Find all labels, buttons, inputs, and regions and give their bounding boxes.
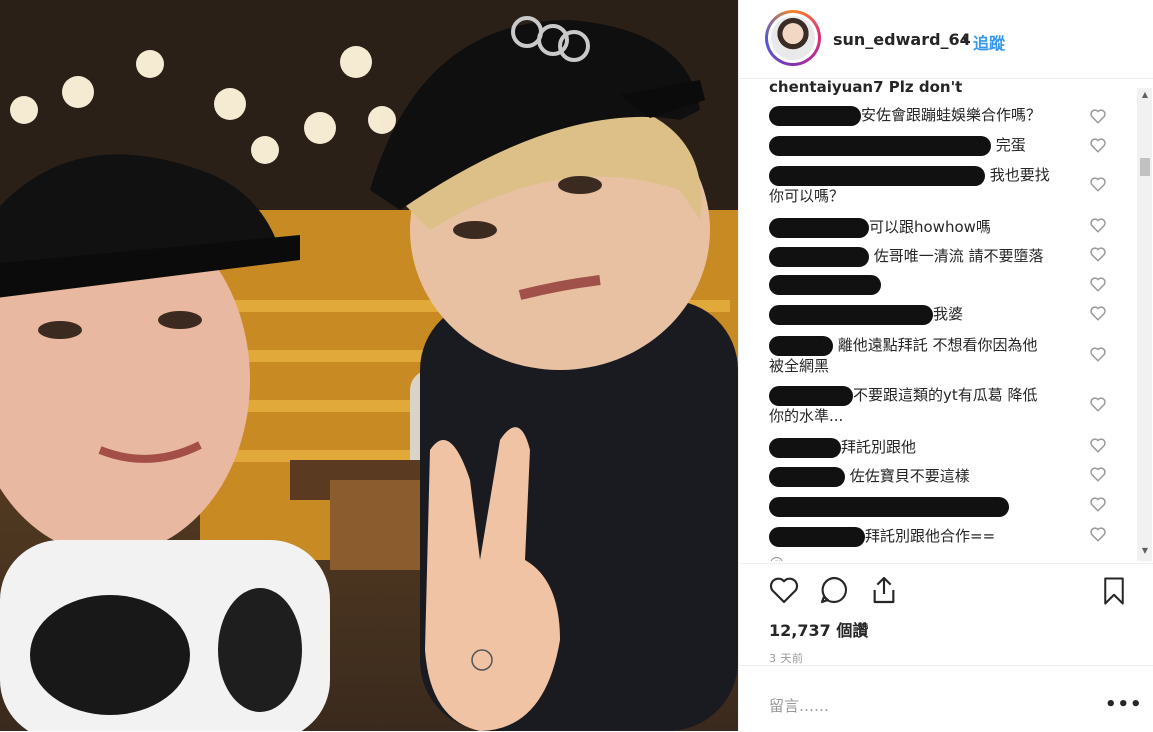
comment-item bbox=[769, 274, 1109, 295]
small-heart-icon[interactable] bbox=[1089, 275, 1107, 293]
comment-item: 我婆 bbox=[769, 304, 1109, 325]
comment-text-continued: 被全網黑 bbox=[769, 356, 830, 375]
redacted-username bbox=[769, 274, 881, 295]
comment-icon[interactable] bbox=[817, 574, 851, 606]
comment-text: 完蛋 bbox=[995, 136, 1026, 154]
follow-button[interactable]: 追蹤 bbox=[973, 30, 1005, 54]
avatar[interactable] bbox=[765, 10, 821, 66]
comments-list[interactable]: chentaiyuan7 Plz don't 安佐會跟蹦蛙娛樂合作嗎？ 完蛋 我… bbox=[739, 79, 1153, 561]
small-heart-icon[interactable] bbox=[1089, 175, 1107, 193]
small-heart-icon[interactable] bbox=[1089, 465, 1107, 483]
share-icon[interactable] bbox=[867, 574, 901, 606]
comment-text-continued: 你的水準... bbox=[769, 406, 844, 425]
comment-item: chentaiyuan7 Plz don't bbox=[769, 79, 1109, 97]
comment-text: @ bbox=[769, 554, 784, 561]
comment-text: 我婆 bbox=[933, 305, 964, 323]
redacted-username bbox=[769, 335, 833, 356]
comment-item: 離他遠點拜託 不想看你因為他 被全網黑 bbox=[769, 335, 1109, 376]
avatar-image bbox=[771, 16, 815, 60]
redacted-username bbox=[769, 466, 845, 487]
small-heart-icon[interactable] bbox=[1089, 216, 1107, 234]
small-heart-icon[interactable] bbox=[1089, 345, 1107, 363]
small-heart-icon[interactable] bbox=[1089, 395, 1107, 413]
likes-label: 個讚 bbox=[836, 621, 869, 640]
small-heart-icon[interactable] bbox=[1089, 436, 1107, 454]
comment-item: 不要跟這類的yt有瓜葛 降低 你的水準... bbox=[769, 385, 1109, 426]
bookmark-icon[interactable] bbox=[1099, 574, 1129, 608]
username-link[interactable]: sun_edward_64 bbox=[833, 30, 971, 49]
header-separator: • bbox=[961, 30, 971, 49]
comment-input[interactable] bbox=[767, 696, 1071, 716]
comment-item: 完蛋 bbox=[769, 135, 1109, 156]
comment-text: 拜託別跟他 bbox=[841, 438, 917, 456]
small-heart-icon[interactable] bbox=[1089, 136, 1107, 154]
comment-item: 拜託別跟他 bbox=[769, 437, 1109, 458]
small-heart-icon[interactable] bbox=[1089, 304, 1107, 322]
comment-text: 佐佐寶貝不要這樣 bbox=[849, 467, 970, 485]
comment-item: 我也要找 你可以嗎？ bbox=[769, 165, 1109, 206]
comment-item: 佐佐寶貝不要這樣 bbox=[769, 466, 1109, 487]
more-options-icon[interactable]: ••• bbox=[1105, 694, 1143, 715]
comment-item bbox=[769, 496, 1109, 517]
comment-text-continued: 你可以嗎？ bbox=[769, 186, 845, 205]
comment-text: 安佐會跟蹦蛙娛樂合作嗎？ bbox=[861, 106, 1042, 124]
likes-number: 12,737 bbox=[769, 621, 831, 640]
redacted-username bbox=[769, 437, 841, 458]
comment-text: 佐哥唯一清流 請不要墮落 bbox=[873, 247, 1044, 265]
redacted-username bbox=[769, 165, 985, 186]
small-heart-icon[interactable] bbox=[1089, 525, 1107, 543]
redacted-username bbox=[769, 385, 853, 406]
comment-text: 可以跟howhow嗎 bbox=[869, 218, 991, 236]
post-photo[interactable] bbox=[0, 0, 738, 731]
comment-item: 可以跟howhow嗎 bbox=[769, 217, 1109, 238]
redacted-username bbox=[769, 304, 933, 325]
comment-item: 佐哥唯一清流 請不要墮落 bbox=[769, 246, 1109, 267]
comment-text: 不要跟這類的yt有瓜葛 降低 bbox=[853, 386, 1038, 404]
heart-icon[interactable] bbox=[767, 574, 801, 606]
comment-text: 我也要找 bbox=[989, 166, 1050, 184]
post-header: sun_edward_64 • 追蹤 bbox=[739, 0, 1153, 79]
post-side-panel: sun_edward_64 • 追蹤 chentaiyuan7 Plz don'… bbox=[738, 0, 1153, 731]
add-comment-section: ••• bbox=[739, 665, 1153, 732]
redacted-username bbox=[769, 105, 861, 126]
scroll-down-icon[interactable]: ▼ bbox=[1140, 546, 1150, 555]
comment-text: 拜託別跟他合作== bbox=[865, 527, 996, 545]
redacted-username bbox=[769, 135, 991, 156]
post-timestamp[interactable]: 3 天前 bbox=[769, 650, 804, 666]
comment-item: 安佐會跟蹦蛙娛樂合作嗎？ bbox=[769, 105, 1109, 126]
comment-item: 拜託別跟他合作== bbox=[769, 526, 1109, 547]
comment-text: 離他遠點拜託 不想看你因為他 bbox=[837, 336, 1038, 354]
scrollbar-thumb[interactable] bbox=[1140, 158, 1150, 176]
redacted-username bbox=[769, 526, 865, 547]
redacted-username bbox=[769, 496, 1009, 517]
small-heart-icon[interactable] bbox=[1089, 245, 1107, 263]
small-heart-icon[interactable] bbox=[1089, 495, 1107, 513]
scroll-up-icon[interactable]: ▲ bbox=[1140, 90, 1150, 99]
redacted-username bbox=[769, 217, 869, 238]
likes-count[interactable]: 12,737 個讚 bbox=[769, 617, 868, 641]
photo-illustration bbox=[0, 0, 738, 731]
small-heart-icon[interactable] bbox=[1089, 107, 1107, 125]
redacted-username bbox=[769, 246, 869, 267]
avatar-ring-inner bbox=[768, 13, 818, 63]
comment-item: @ bbox=[769, 553, 1109, 561]
comment-text: chentaiyuan7 Plz don't bbox=[769, 79, 963, 96]
